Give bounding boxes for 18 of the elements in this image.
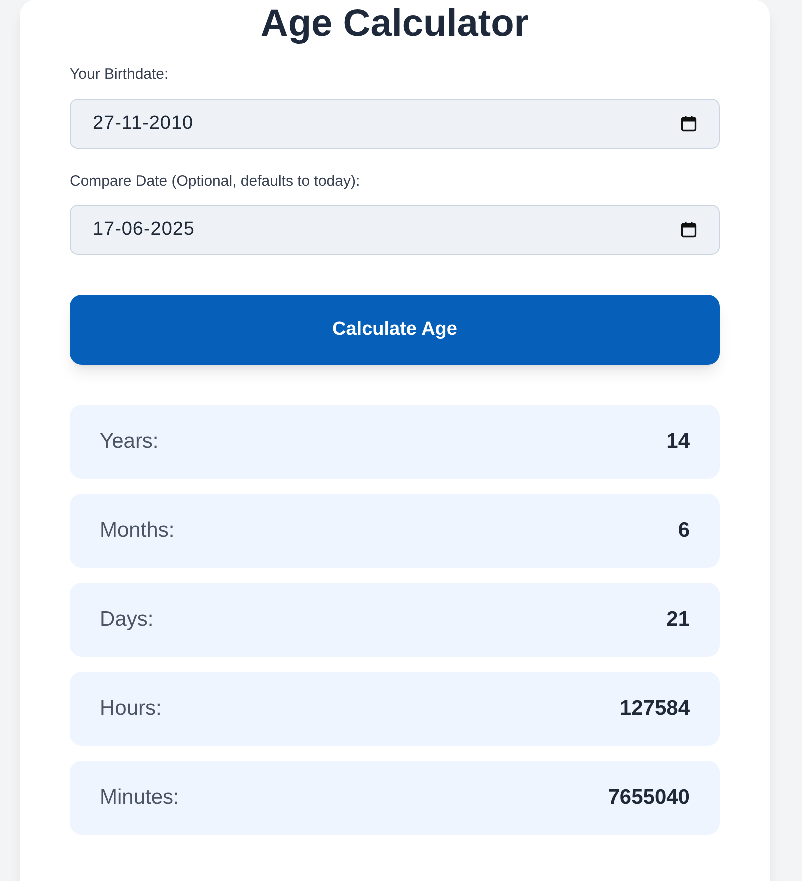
- page-title: Age Calculator: [260, 2, 530, 46]
- result-label: Minutes:: [100, 785, 180, 812]
- calculate-button[interactable]: Calculate Age: [70, 295, 720, 365]
- calendar-icon[interactable]: [680, 114, 698, 132]
- result-value: 6: [678, 518, 690, 544]
- result-label: Months:: [100, 518, 175, 544]
- result-value: 21: [666, 607, 690, 634]
- result-value: 7655040: [608, 785, 690, 812]
- field-label: Compare Date (Optional, defaults to today):: [70, 172, 362, 192]
- result-label: Hours:: [100, 696, 162, 722]
- result-label: Days:: [100, 607, 154, 634]
- result-value: 14: [666, 429, 690, 456]
- result-label: Years:: [100, 429, 159, 456]
- field-label: Your Birthdate:: [70, 65, 170, 85]
- result-value: 127584: [620, 696, 690, 722]
- date-field[interactable]: 27-11-2010: [70, 98, 720, 148]
- calendar-icon[interactable]: [680, 221, 698, 239]
- date-field[interactable]: 17-06-2025: [70, 205, 720, 255]
